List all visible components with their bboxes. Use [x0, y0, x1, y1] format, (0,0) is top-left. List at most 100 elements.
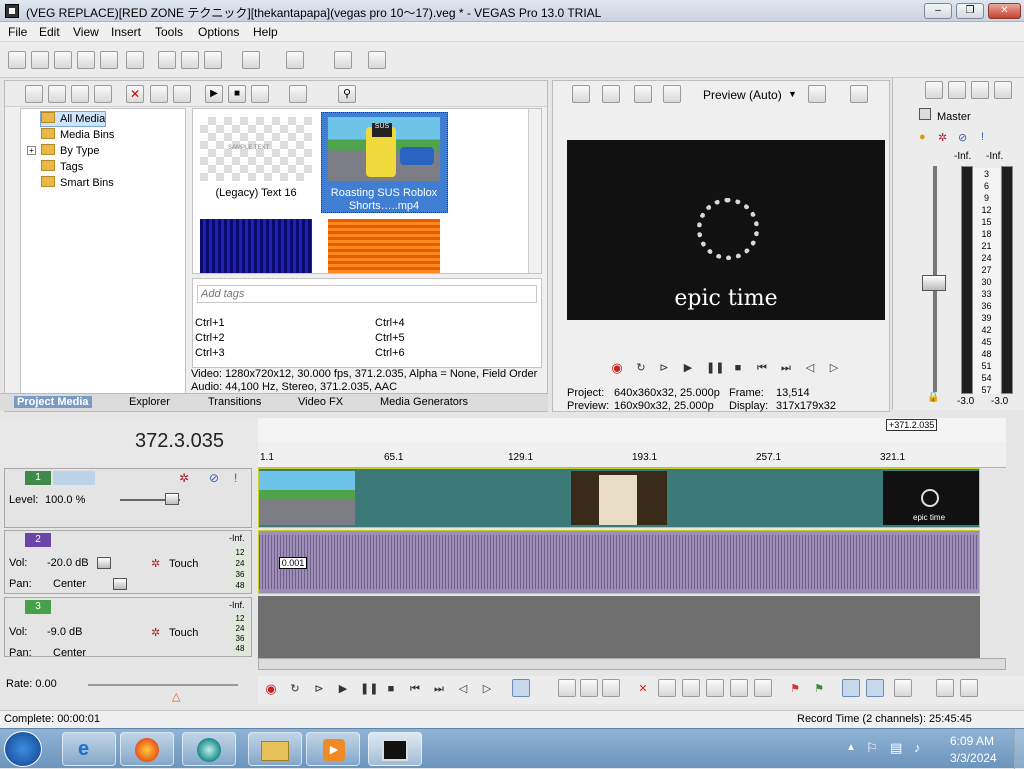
menu-file[interactable]: File: [8, 25, 27, 39]
timeline-horizontal-scrollbar[interactable]: [258, 658, 1006, 670]
save-icon[interactable]: [54, 51, 72, 69]
menu-tools[interactable]: Tools: [155, 25, 183, 39]
lock-icon[interactable]: 🔒: [927, 392, 939, 403]
copy-snapshot-icon[interactable]: [850, 85, 868, 103]
menu-help[interactable]: Help: [253, 25, 278, 39]
stop-icon[interactable]: ■: [228, 85, 246, 103]
next-frame-icon[interactable]: ▷: [827, 361, 841, 375]
media-thumb-legacy-text[interactable]: SAMPLE TEXT: [200, 117, 312, 181]
volume-slider-handle[interactable]: [97, 557, 111, 569]
play-icon[interactable]: ▶: [681, 361, 695, 375]
audio-track-3-lane[interactable]: [258, 596, 980, 658]
previous-frame-icon[interactable]: ◁: [456, 682, 470, 696]
paste-icon[interactable]: [204, 51, 222, 69]
tab-transitions[interactable]: Transitions: [208, 396, 261, 408]
cut-icon[interactable]: [158, 51, 176, 69]
fx-icon[interactable]: ✲: [938, 131, 947, 144]
go-to-end-icon[interactable]: ⏭: [432, 682, 446, 696]
views-icon[interactable]: [289, 85, 307, 103]
trim-icon[interactable]: [658, 679, 676, 697]
mute-icon[interactable]: ⊘: [958, 131, 967, 144]
play-icon[interactable]: ▶: [336, 682, 350, 696]
track-name-field[interactable]: [53, 471, 95, 485]
tab-video-fx[interactable]: Video FX: [298, 396, 343, 408]
timeline-ruler[interactable]: +371.2.035 1.1 65.1 129.1 193.1 257.1 32…: [258, 418, 1006, 468]
region-icon[interactable]: ⚑: [812, 682, 826, 696]
track-fx-icon[interactable]: ✲: [179, 471, 189, 485]
stop-icon[interactable]: ■: [384, 682, 398, 696]
loop-icon[interactable]: ↻: [288, 682, 302, 696]
level-slider-handle[interactable]: [165, 493, 179, 505]
copy-icon[interactable]: [181, 51, 199, 69]
network-icon[interactable]: ▤: [890, 740, 902, 756]
zoom-edit-tool-icon[interactable]: [602, 679, 620, 697]
close-button[interactable]: ✕: [988, 3, 1021, 19]
action-center-flag-icon[interactable]: ⚐: [866, 740, 878, 756]
envelope-edit-tool-icon[interactable]: [558, 679, 576, 697]
preview-properties-icon[interactable]: [572, 85, 590, 103]
previous-frame-icon[interactable]: ◁: [803, 361, 817, 375]
windows-start-icon[interactable]: [4, 731, 42, 767]
video-clip-epic-time[interactable]: epic time: [883, 471, 979, 525]
internet-explorer-icon[interactable]: e: [62, 732, 116, 766]
menu-view[interactable]: View: [73, 25, 99, 39]
new-project-icon[interactable]: [8, 51, 26, 69]
external-monitor-icon[interactable]: [602, 85, 620, 103]
video-clip-roblox[interactable]: [259, 471, 355, 525]
open-folder-icon[interactable]: [31, 51, 49, 69]
meter-options-icon[interactable]: [994, 81, 1012, 99]
firefox-icon[interactable]: [120, 732, 174, 766]
trim-start-icon[interactable]: [682, 679, 700, 697]
media-thumb-orange[interactable]: [328, 219, 440, 273]
trim-end-icon[interactable]: [706, 679, 724, 697]
split-icon[interactable]: [730, 679, 748, 697]
record-icon[interactable]: ◉: [610, 361, 624, 375]
auto-crossfade-icon[interactable]: [866, 679, 884, 697]
auto-preview-icon[interactable]: [251, 85, 269, 103]
lock-events-icon[interactable]: [754, 679, 772, 697]
overlays-icon[interactable]: [663, 85, 681, 103]
media-properties-icon[interactable]: [150, 85, 168, 103]
track-fx-icon[interactable]: ✲: [151, 557, 160, 570]
pause-icon[interactable]: ❚❚: [360, 682, 378, 696]
chevron-down-icon[interactable]: ▼: [788, 89, 797, 99]
maximize-button[interactable]: ❐: [956, 3, 984, 19]
rate-slider[interactable]: [88, 684, 238, 686]
media-thumb-blue[interactable]: [200, 219, 312, 273]
automation-mode[interactable]: Touch: [169, 558, 198, 570]
marker-icon[interactable]: ⚑: [788, 682, 802, 696]
help-pointer-icon[interactable]: [368, 51, 386, 69]
play-icon[interactable]: ▶: [205, 85, 223, 103]
snapping-icon[interactable]: [894, 679, 912, 697]
video-clip-door[interactable]: [571, 471, 667, 525]
tab-explorer[interactable]: Explorer: [129, 396, 170, 408]
event-pan-crop-icon[interactable]: [936, 679, 954, 697]
get-media-icon[interactable]: [71, 85, 89, 103]
file-explorer-icon[interactable]: [248, 732, 302, 766]
tree-item-media-bins[interactable]: Media Bins: [41, 128, 114, 142]
refresh-icon[interactable]: [94, 85, 112, 103]
tree-item-all-media[interactable]: All Media: [39, 111, 107, 127]
track-mute-icon[interactable]: ⊘: [209, 471, 219, 485]
audio-track-header[interactable]: 2 Vol: -20.0 dB Pan: Center ✲ Touch -Inf…: [4, 530, 252, 594]
stop-icon[interactable]: ■: [731, 361, 745, 375]
track-fx-icon[interactable]: ✲: [151, 626, 160, 639]
video-track-header[interactable]: 1 Level: 100.0 % ✲ ⊘ !: [4, 468, 252, 528]
selection-edit-tool-icon[interactable]: [580, 679, 598, 697]
redo-icon[interactable]: [286, 51, 304, 69]
app-globe-icon[interactable]: [182, 732, 236, 766]
expand-icon[interactable]: +: [27, 146, 36, 155]
video-track-lane[interactable]: epic time: [258, 468, 980, 528]
normal-edit-tool-icon[interactable]: [512, 679, 530, 697]
audio-track-3-header[interactable]: 3 Vol: -9.0 dB Pan: Center ✲ Touch -Inf.…: [4, 597, 252, 659]
import-media-icon[interactable]: [25, 85, 43, 103]
audio-track-lane[interactable]: 0.001: [258, 530, 980, 594]
clock-time[interactable]: 6:09 AM: [950, 734, 994, 748]
tree-item-smart-bins[interactable]: Smart Bins: [41, 176, 114, 190]
delete-icon[interactable]: ✕: [636, 682, 650, 696]
menu-insert[interactable]: Insert: [111, 25, 141, 39]
downmix-icon[interactable]: [948, 81, 966, 99]
show-hidden-icons[interactable]: ▲: [846, 742, 856, 753]
solo-icon[interactable]: !: [981, 131, 984, 143]
tab-media-generators[interactable]: Media Generators: [380, 396, 468, 408]
